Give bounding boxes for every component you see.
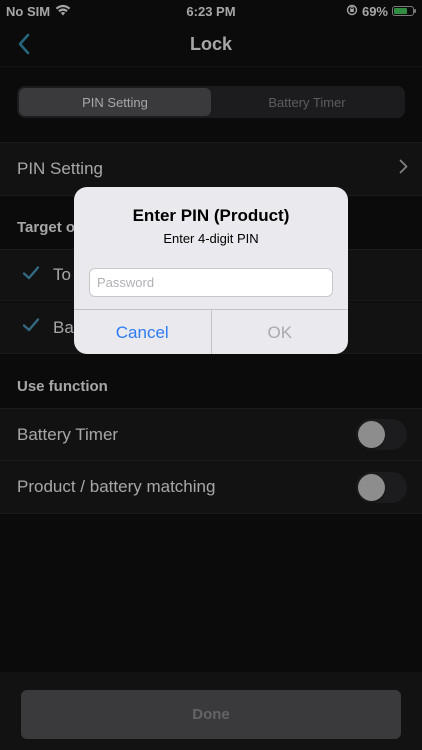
ok-button[interactable]: OK xyxy=(212,310,349,354)
alert-message: Enter 4-digit PIN xyxy=(163,231,259,246)
cancel-button[interactable]: Cancel xyxy=(74,310,212,354)
alert-title: Enter PIN (Product) xyxy=(132,206,290,225)
pin-alert-dialog: Enter PIN (Product) Enter 4-digit PIN Ca… xyxy=(74,187,348,354)
alert-button-bar: Cancel OK xyxy=(74,309,348,354)
password-input[interactable] xyxy=(89,268,333,297)
lock-screen: No SIM 6:23 PM 69% Lock PIN Setting Batt… xyxy=(0,0,422,750)
modal-overlay xyxy=(0,0,422,750)
